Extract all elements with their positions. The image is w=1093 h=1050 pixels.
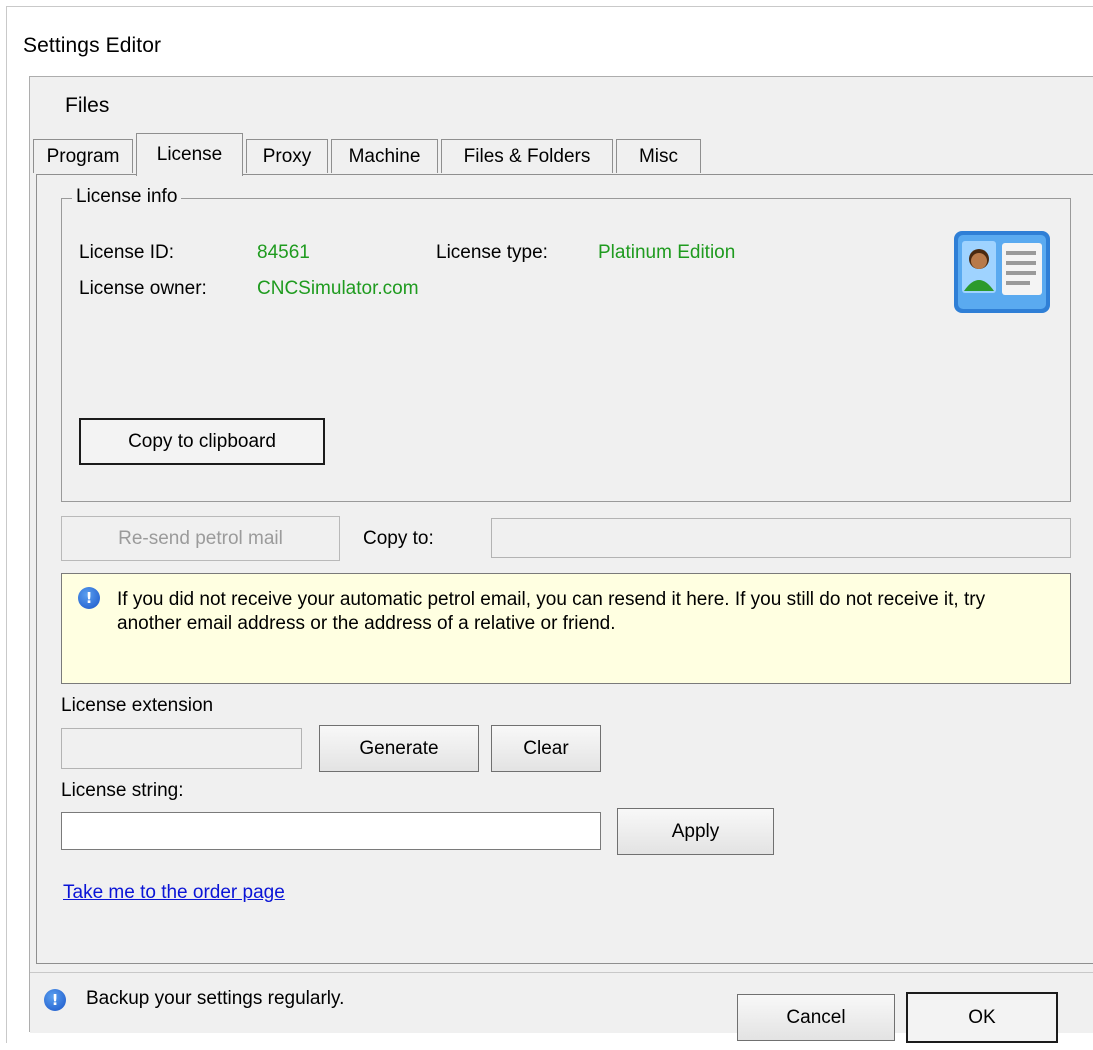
license-extension-label: License extension bbox=[61, 695, 214, 716]
tab-strip: Program License Proxy Machine Files & Fo… bbox=[33, 133, 1093, 176]
menu-bar: Files bbox=[30, 77, 1093, 129]
tab-files-folders[interactable]: Files & Folders bbox=[441, 139, 613, 173]
apply-button[interactable]: Apply bbox=[617, 808, 774, 855]
license-owner-label: License owner: bbox=[79, 278, 207, 299]
copy-to-field[interactable] bbox=[491, 518, 1071, 558]
order-page-link[interactable]: Take me to the order page bbox=[63, 882, 285, 904]
license-info-group: License info License ID: 84561 License t… bbox=[61, 186, 1071, 502]
license-tab-page: License info License ID: 84561 License t… bbox=[36, 174, 1093, 964]
ok-button[interactable]: OK bbox=[906, 992, 1058, 1043]
resend-petrol-mail-button[interactable]: Re-send petrol mail bbox=[61, 516, 340, 561]
clear-button[interactable]: Clear bbox=[491, 725, 601, 772]
cancel-button[interactable]: Cancel bbox=[737, 994, 895, 1041]
tab-misc[interactable]: Misc bbox=[616, 139, 701, 173]
petrol-notice-text: If you did not receive your automatic pe… bbox=[117, 589, 986, 634]
window-title: Settings Editor bbox=[23, 34, 162, 57]
license-id-label: License ID: bbox=[79, 242, 175, 263]
generate-button[interactable]: Generate bbox=[319, 725, 479, 772]
license-card-icon bbox=[952, 229, 1054, 319]
license-type-value: Platinum Edition bbox=[598, 242, 736, 263]
license-owner-value: CNCSimulator.com bbox=[257, 278, 419, 299]
license-info-title: License info bbox=[72, 186, 182, 208]
copy-to-label: Copy to: bbox=[363, 528, 434, 549]
status-info-icon: ! bbox=[44, 989, 66, 1011]
tab-program[interactable]: Program bbox=[33, 139, 133, 173]
petrol-notice-box: ! If you did not receive your automatic … bbox=[61, 573, 1071, 684]
license-string-label: License string: bbox=[61, 780, 184, 801]
settings-window: Settings Editor Files Program License Pr… bbox=[6, 6, 1093, 1043]
copy-to-clipboard-button[interactable]: Copy to clipboard bbox=[79, 418, 325, 465]
info-icon: ! bbox=[78, 587, 100, 609]
license-string-field[interactable] bbox=[61, 812, 601, 850]
tab-proxy[interactable]: Proxy bbox=[246, 139, 328, 173]
tab-license[interactable]: License bbox=[136, 133, 243, 176]
license-type-label: License type: bbox=[436, 242, 548, 263]
tab-machine[interactable]: Machine bbox=[331, 139, 438, 173]
status-message: Backup your settings regularly. bbox=[86, 988, 345, 1009]
menu-files[interactable]: Files bbox=[65, 94, 109, 118]
window-client: Files Program License Proxy Machine File… bbox=[29, 76, 1093, 1043]
license-extension-field[interactable] bbox=[61, 728, 302, 769]
license-id-value: 84561 bbox=[257, 242, 310, 263]
